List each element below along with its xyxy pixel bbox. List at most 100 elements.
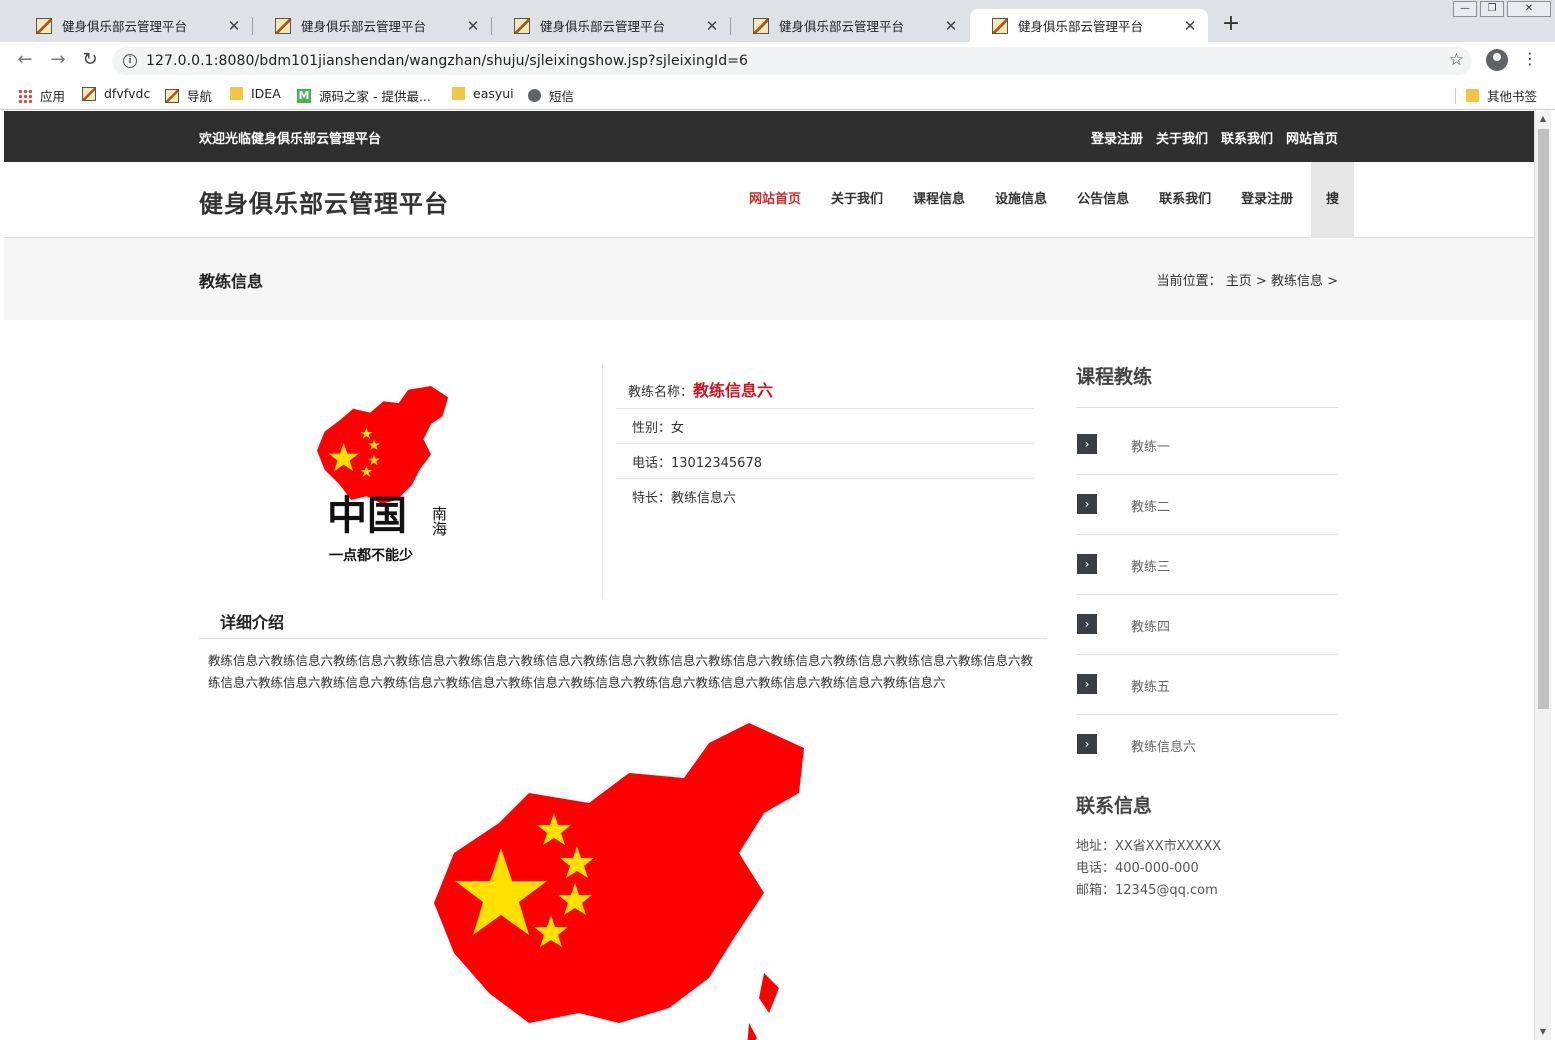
forward-arrow-icon[interactable]: → [47,50,69,72]
sidebar-item-label[interactable]: 教练二 [1131,496,1170,515]
breadcrumb: 教练信息 当前位置： 主页 > 教练信息 > [4,238,1534,320]
coach-specialty: 特长：教练信息六 [632,491,737,506]
bookmark-nav[interactable]: 导航 [165,86,212,105]
nav-contact[interactable]: 联系我们 [1144,162,1226,238]
close-tab-icon[interactable]: ✕ [943,17,959,35]
top-link-home[interactable]: 网站首页 [1286,128,1338,147]
column-divider [602,364,603,599]
sidebar-item-label[interactable]: 教练四 [1131,616,1170,635]
page-icon [165,88,179,103]
chevron-right-icon: › [1077,554,1097,574]
site-header: 健身俱乐部云管理平台 网站首页 关于我们 课程信息 设施信息 公告信息 联系我们… [4,162,1534,238]
top-link-about[interactable]: 关于我们 [1156,128,1208,147]
image-caption-china: 中国 [327,492,407,539]
sidebar-contact-heading: 联系信息 [1076,795,1153,817]
browser-menu-icon[interactable]: ⋮ [1522,51,1538,67]
china-map-icon [317,386,449,504]
nav-notices[interactable]: 公告信息 [1062,162,1144,238]
sidebar-item-label[interactable]: 教练五 [1131,676,1170,695]
minimize-icon[interactable]: — [1453,1,1477,17]
chevron-right-icon: › [1077,434,1097,454]
bookmark-dfvfvdc[interactable]: dfvfvdc [82,86,150,101]
browser-tab[interactable]: 健身俱乐部云管理平台 ✕ [492,9,730,42]
top-link-login[interactable]: 登录注册 [1091,128,1143,147]
page-title: 教练信息 [199,272,264,291]
detail-image [419,723,819,1040]
bookmarks-bar: 应用 dfvfvdc 导航 IDEA M 源码之家 - 提供最... easyu… [0,80,1555,110]
site-info-icon[interactable]: i [123,54,137,68]
sidebar-item-coach[interactable]: › 教练四 [1076,595,1338,655]
contact-info: 地址：XX省XX市XXXXX 电话：400-000-000 邮箱：12345@q… [1076,836,1221,902]
browser-toolbar: ← → ↻ i 127.0.0.1:8080/bdm101jianshendan… [0,42,1555,80]
tab-title: 健身俱乐部云管理平台 [540,19,666,34]
bookmark-label: easyui [473,86,514,101]
chevron-right-icon: › [1077,494,1097,514]
bookmark-yuanma[interactable]: M 源码之家 - 提供最... [297,86,431,105]
image-caption-south-sea: 南海 [430,506,448,536]
chevron-right-icon: › [1077,614,1097,634]
bookmark-idea[interactable]: IDEA [230,86,281,101]
close-tab-icon[interactable]: ✕ [226,17,242,35]
search-button[interactable]: 搜 [1311,162,1354,238]
browser-tab-active[interactable]: 健身俱乐部云管理平台 ✕ [970,9,1208,42]
m-logo-icon: M [297,88,311,103]
bookmark-other[interactable]: 其他书签 [1466,86,1537,105]
top-link-contact[interactable]: 联系我们 [1221,128,1273,147]
scrollbar-thumb[interactable] [1538,129,1549,709]
site-top-bar: 欢迎光临健身俱乐部云管理平台 登录注册 关于我们 联系我们 网站首页 [4,111,1534,162]
breadcrumb-location[interactable]: 当前位置： 主页 > 教练信息 > [1157,270,1338,289]
main-nav: 网站首页 关于我们 课程信息 设施信息 公告信息 联系我们 登录注册 [734,162,1308,238]
sidebar-item-coach[interactable]: › 教练五 [1076,655,1338,715]
browser-tab[interactable]: 健身俱乐部云管理平台 ✕ [731,9,969,42]
sidebar-item-coach[interactable]: › 教练信息六 [1076,715,1338,775]
nav-login[interactable]: 登录注册 [1226,162,1308,238]
folder-icon [1466,89,1479,102]
scroll-down-icon[interactable]: ▼ [1535,1024,1551,1040]
browser-tab[interactable]: 健身俱乐部云管理平台 ✕ [14,9,252,42]
contact-phone: 电话：400-000-000 [1076,861,1199,876]
site-logo[interactable]: 健身俱乐部云管理平台 [199,184,449,219]
sidebar-item-label[interactable]: 教练一 [1131,436,1170,455]
nav-facilities[interactable]: 设施信息 [980,162,1062,238]
coach-gender: 性别：女 [616,409,1034,444]
bookmark-sms[interactable]: 短信 [528,86,574,105]
new-tab-icon[interactable]: + [1219,13,1243,37]
close-tab-icon[interactable]: ✕ [704,17,720,35]
close-window-icon[interactable]: ✕ [1507,1,1551,17]
sidebar-item-coach[interactable]: › 教练一 [1076,415,1338,475]
coach-name: 教练信息六 [693,381,774,400]
sidebar-item-label[interactable]: 教练三 [1131,556,1170,575]
bookmark-easyui[interactable]: easyui [452,86,514,101]
page-favicon-icon [514,17,530,34]
detail-description: 教练信息六教练信息六教练信息六教练信息六教练信息六教练信息六教练信息六教练信息六… [208,653,1034,690]
reload-icon[interactable]: ↻ [79,50,101,72]
coach-name-row: 教练名称：教练信息六 [616,373,1034,409]
bookmark-label: 导航 [187,89,213,104]
sidebar-item-coach[interactable]: › 教练二 [1076,475,1338,535]
browser-tab[interactable]: 健身俱乐部云管理平台 ✕ [253,9,491,42]
account-avatar-icon[interactable] [1486,49,1508,71]
close-tab-icon[interactable]: ✕ [465,17,481,35]
tab-title: 健身俱乐部云管理平台 [779,19,905,34]
nav-home[interactable]: 网站首页 [734,162,816,238]
close-tab-icon[interactable]: ✕ [1182,17,1198,35]
contact-address: 地址：XX省XX市XXXXX [1076,839,1222,854]
sidebar-item-label[interactable]: 教练信息六 [1131,736,1196,755]
scroll-up-icon[interactable]: ▲ [1535,111,1551,127]
china-map-icon [434,723,804,1023]
web-page: 欢迎光临健身俱乐部云管理平台 登录注册 关于我们 联系我们 网站首页 健身俱乐部… [4,111,1534,1040]
nav-about[interactable]: 关于我们 [816,162,898,238]
bookmark-star-icon[interactable]: ☆ [1449,50,1464,70]
bookmark-apps[interactable]: 应用 [18,86,65,105]
restore-icon[interactable]: ❐ [1480,1,1504,17]
coach-phone: 电话：13012345678 [616,444,1034,479]
back-arrow-icon[interactable]: ← [14,50,36,72]
page-scrollbar[interactable]: ▲ ▼ [1534,111,1551,1040]
bookmark-label: IDEA [251,86,281,101]
address-url[interactable]: 127.0.0.1:8080/bdm101jianshendan/wangzha… [146,53,748,69]
address-bar[interactable]: i 127.0.0.1:8080/bdm101jianshendan/wangz… [112,47,1472,75]
sidebar-item-coach[interactable]: › 教练三 [1076,535,1338,595]
detail-header: 详细介绍 [199,601,1047,639]
browser-tab-strip: 健身俱乐部云管理平台 ✕ 健身俱乐部云管理平台 ✕ 健身俱乐部云管理平台 ✕ 健… [0,0,1555,42]
nav-courses[interactable]: 课程信息 [898,162,980,238]
